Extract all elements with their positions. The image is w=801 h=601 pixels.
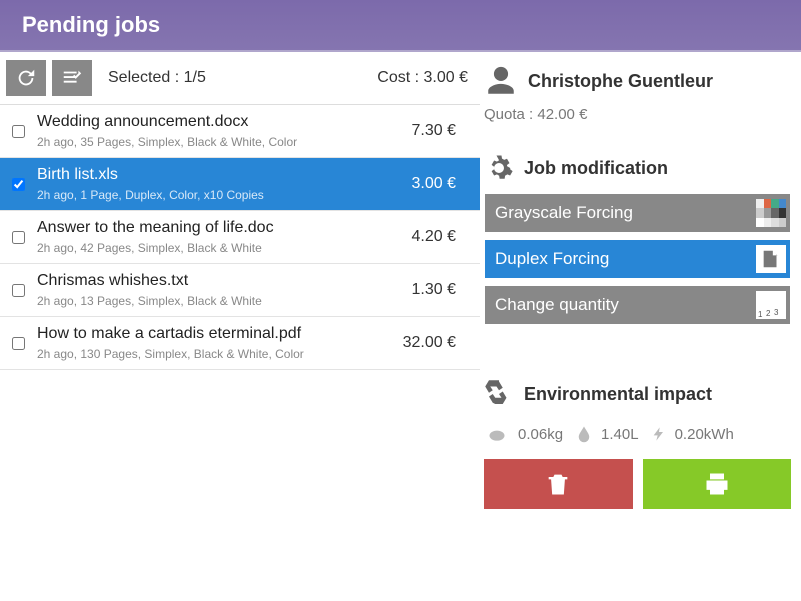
job-mod-section: Job modification: [484, 149, 791, 187]
user-icon: [484, 64, 518, 98]
delete-button[interactable]: [484, 459, 633, 509]
printer-icon: [702, 470, 732, 498]
job-meta: 2h ago, 130 Pages, Simplex, Black & Whit…: [37, 347, 403, 361]
job-checkbox[interactable]: [12, 125, 25, 138]
action-bar: [484, 459, 791, 509]
color-swatch-icon: [756, 199, 786, 227]
job-row[interactable]: Wedding announcement.docx 2h ago, 35 Pag…: [0, 105, 480, 158]
job-cost: 4.20 €: [412, 228, 474, 246]
gear-icon: [484, 153, 514, 183]
job-meta: 2h ago, 13 Pages, Simplex, Black & White: [37, 294, 412, 308]
job-checkbox[interactable]: [12, 337, 25, 350]
water-drop-icon: [575, 423, 593, 445]
print-button[interactable]: [643, 459, 792, 509]
job-mod-title: Job modification: [524, 158, 668, 179]
grayscale-label: Grayscale Forcing: [495, 203, 633, 223]
selected-count-label: Selected : 1/5: [108, 69, 206, 87]
job-checkbox[interactable]: [12, 231, 25, 244]
page-header: Pending jobs: [0, 0, 801, 52]
co2-icon: [484, 424, 510, 444]
job-title: Wedding announcement.docx: [37, 113, 412, 131]
refresh-icon: [15, 67, 37, 89]
refresh-button[interactable]: [6, 60, 46, 96]
job-title: How to make a cartadis eterminal.pdf: [37, 325, 403, 343]
select-all-button[interactable]: [52, 60, 92, 96]
job-cost: 3.00 €: [412, 175, 474, 193]
job-row[interactable]: Birth list.xls 2h ago, 1 Page, Duplex, C…: [0, 158, 480, 211]
pages-icon: 1 2 3: [756, 291, 786, 319]
job-meta: 2h ago, 1 Page, Duplex, Color, x10 Copie…: [37, 188, 412, 202]
checklist-icon: [61, 67, 83, 89]
job-meta: 2h ago, 42 Pages, Simplex, Black & White: [37, 241, 412, 255]
lightning-icon: [651, 423, 667, 445]
duplex-label: Duplex Forcing: [495, 249, 609, 269]
job-cost: 32.00 €: [403, 334, 474, 352]
recycle-icon: [484, 379, 514, 409]
job-title: Chrismas whishes.txt: [37, 272, 412, 290]
env-metrics: 0.06kg 1.40L 0.20kWh: [484, 423, 791, 445]
job-title: Birth list.xls: [37, 166, 412, 184]
env-title: Environmental impact: [524, 384, 712, 405]
user-name: Christophe Guentleur: [528, 71, 713, 92]
env-section: Environmental impact: [484, 375, 791, 413]
job-checkbox[interactable]: [12, 284, 25, 297]
env-co2: 0.06kg: [518, 426, 563, 443]
duplex-forcing-button[interactable]: Duplex Forcing: [484, 239, 791, 279]
quota-label: Quota : 42.00 €: [484, 106, 791, 123]
env-water: 1.40L: [601, 426, 639, 443]
env-energy: 0.20kWh: [675, 426, 734, 443]
job-cost: 7.30 €: [412, 122, 474, 140]
toolbar: Selected : 1/5 Cost : 3.00 €: [0, 52, 480, 105]
job-row[interactable]: Chrismas whishes.txt 2h ago, 13 Pages, S…: [0, 264, 480, 317]
user-section: Christophe Guentleur: [484, 60, 791, 102]
change-quantity-button[interactable]: Change quantity 1 2 3: [484, 285, 791, 325]
job-panel: Selected : 1/5 Cost : 3.00 € Wedding ann…: [0, 52, 480, 600]
page-title: Pending jobs: [22, 12, 160, 37]
job-meta: 2h ago, 35 Pages, Simplex, Black & White…: [37, 135, 412, 149]
job-checkbox[interactable]: [12, 178, 25, 191]
job-row[interactable]: Answer to the meaning of life.doc 2h ago…: [0, 211, 480, 264]
job-title: Answer to the meaning of life.doc: [37, 219, 412, 237]
duplex-icon: [756, 245, 786, 273]
job-cost: 1.30 €: [412, 281, 474, 299]
side-panel: Christophe Guentleur Quota : 42.00 € Job…: [480, 52, 801, 600]
grayscale-forcing-button[interactable]: Grayscale Forcing: [484, 193, 791, 233]
trash-icon: [544, 470, 572, 498]
job-row[interactable]: How to make a cartadis eterminal.pdf 2h …: [0, 317, 480, 370]
total-cost-label: Cost : 3.00 €: [377, 69, 468, 87]
quantity-label: Change quantity: [495, 295, 619, 315]
